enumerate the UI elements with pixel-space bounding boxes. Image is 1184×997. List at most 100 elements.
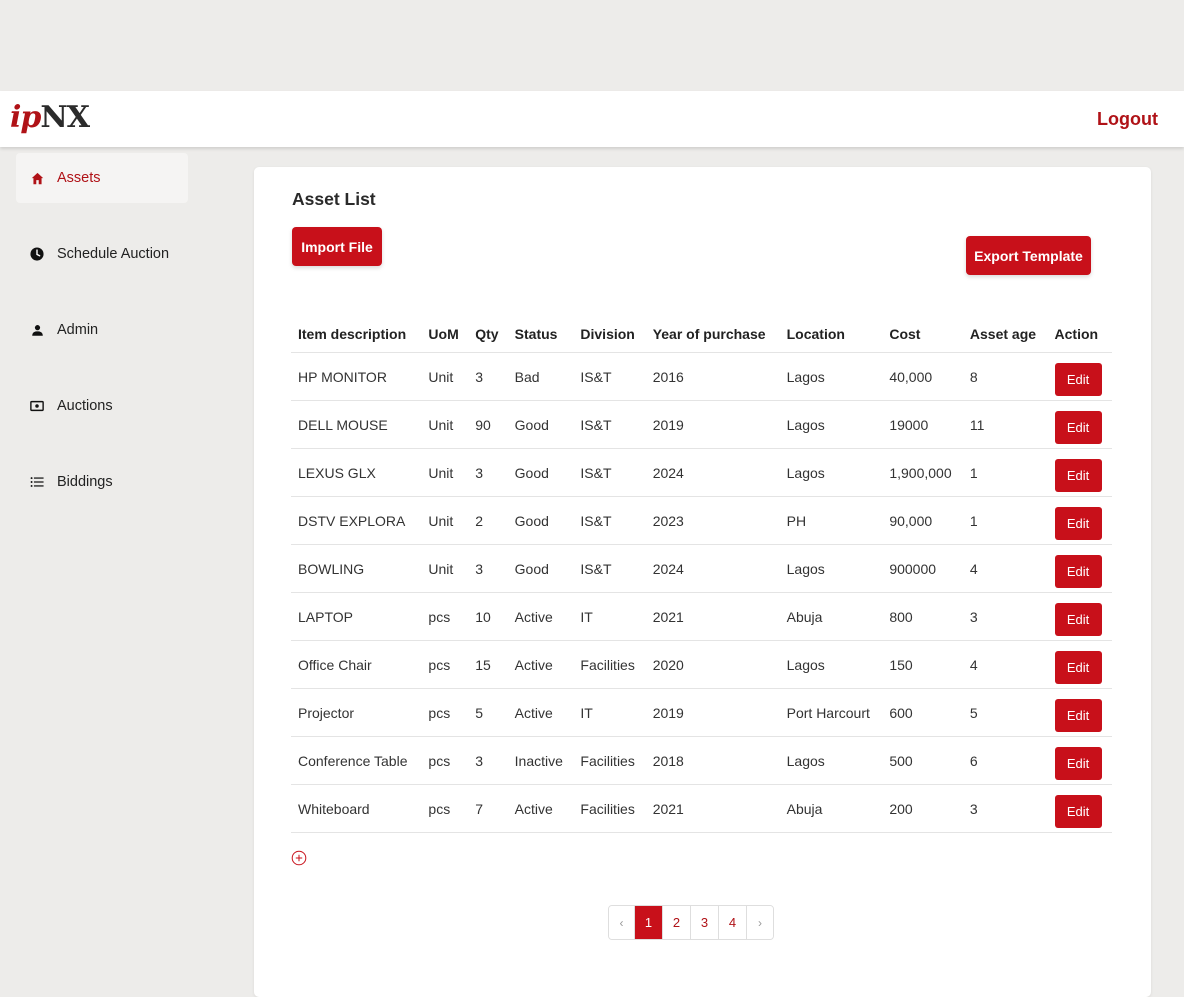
cell-location: PH (779, 496, 883, 545)
edit-button[interactable]: Edit (1054, 603, 1102, 636)
table-header-row: Item description UoM Qty Status Division Year… (291, 316, 1112, 353)
sidebar-item-biddings[interactable]: Biddings (16, 457, 188, 507)
cell-action: Edit (1047, 544, 1112, 593)
sidebar-item-schedule-auction[interactable]: Schedule Auction (16, 229, 188, 279)
column-header-item-description: Item description (291, 316, 422, 353)
pagination-prev[interactable]: ‹ (609, 906, 635, 939)
sidebar-item-label: Auctions (57, 398, 113, 414)
edit-button[interactable]: Edit (1054, 699, 1102, 732)
cell-qty: 3 (468, 544, 508, 593)
cell-location: Lagos (779, 352, 883, 401)
cell-action: Edit (1047, 640, 1112, 689)
column-header-division: Division (573, 316, 646, 353)
sidebar-item-label: Assets (57, 170, 101, 186)
cell-division: IT (573, 688, 646, 737)
cell-item-description: DELL MOUSE (291, 400, 422, 449)
cell-year-of-purchase: 2024 (645, 544, 780, 593)
cell-action: Edit (1047, 592, 1112, 641)
asset-list-card: Asset List Import File Export Template I… (254, 167, 1151, 997)
cell-item-description: Projector (291, 688, 422, 737)
cell-location: Abuja (779, 784, 883, 833)
cell-asset-age: 8 (962, 352, 1048, 401)
export-template-button[interactable]: Export Template (966, 236, 1091, 275)
cell-year-of-purchase: 2024 (645, 448, 780, 497)
pagination: ‹ 1 2 3 4 › (608, 905, 774, 940)
column-header-status: Status (507, 316, 574, 353)
table-row: LEXUS GLX Unit 3 Good IS&T 2024 Lagos 1,900,000… (291, 448, 1112, 497)
cell-cost: 800 (882, 592, 963, 641)
cell-qty: 2 (468, 496, 508, 545)
asset-table: Item description UoM Qty Status Division Year… (291, 316, 1112, 833)
cell-location: Lagos (779, 544, 883, 593)
sidebar-item-label: Biddings (57, 474, 113, 490)
cell-action: Edit (1047, 736, 1112, 785)
cell-item-description: Whiteboard (291, 784, 422, 833)
cell-cost: 19000 (882, 400, 963, 449)
page-2[interactable]: 2 (663, 906, 691, 939)
cell-status: Inactive (507, 736, 574, 785)
cell-status: Good (507, 400, 574, 449)
logout-link[interactable]: Logout (1097, 109, 1158, 130)
cell-division: Facilities (573, 640, 646, 689)
cell-qty: 90 (468, 400, 508, 449)
top-navbar: ipNX Logout (0, 91, 1184, 147)
column-header-location: Location (779, 316, 883, 353)
cell-location: Port Harcourt (779, 688, 883, 737)
edit-button[interactable]: Edit (1054, 459, 1102, 492)
sidebar-item-admin[interactable]: Admin (16, 305, 188, 355)
cell-status: Bad (507, 352, 574, 401)
cell-item-description: HP MONITOR (291, 352, 422, 401)
column-header-action: Action (1047, 316, 1112, 353)
cell-division: IS&T (573, 448, 646, 497)
edit-button[interactable]: Edit (1054, 651, 1102, 684)
edit-button[interactable]: Edit (1054, 507, 1102, 540)
page-4[interactable]: 4 (719, 906, 747, 939)
edit-button[interactable]: Edit (1054, 555, 1102, 588)
table-row: Office Chair pcs 15 Active Facilities 2020 Lag… (291, 640, 1112, 689)
cell-asset-age: 3 (962, 784, 1048, 833)
cell-cost: 90,000 (882, 496, 963, 545)
table-row: Conference Table pcs 3 Inactive Facilities 20… (291, 736, 1112, 785)
column-header-cost: Cost (882, 316, 963, 353)
edit-button[interactable]: Edit (1054, 747, 1102, 780)
page-1[interactable]: 1 (635, 906, 663, 939)
cell-uom: pcs (421, 784, 469, 833)
sidebar-item-assets[interactable]: Assets (16, 153, 188, 203)
edit-button[interactable]: Edit (1054, 411, 1102, 444)
cell-year-of-purchase: 2018 (645, 736, 780, 785)
cell-cost: 900000 (882, 544, 963, 593)
sidebar-item-auctions[interactable]: Auctions (16, 381, 188, 431)
cell-year-of-purchase: 2019 (645, 400, 780, 449)
list-icon (30, 475, 44, 489)
cell-division: IS&T (573, 496, 646, 545)
ipnx-logo[interactable]: ipNX (10, 100, 90, 135)
cell-qty: 3 (468, 448, 508, 497)
edit-button[interactable]: Edit (1054, 363, 1102, 396)
cell-cost: 200 (882, 784, 963, 833)
ticket-icon (30, 399, 44, 413)
cell-location: Lagos (779, 448, 883, 497)
cell-year-of-purchase: 2019 (645, 688, 780, 737)
table-row: Projector pcs 5 Active IT 2019 Port Harcourt 60… (291, 688, 1112, 737)
cell-uom: Unit (421, 448, 469, 497)
add-row-icon[interactable] (291, 850, 307, 866)
cell-qty: 10 (468, 592, 508, 641)
user-icon (30, 323, 44, 337)
sidebar: Assets Schedule Auction Admin Auctions B… (16, 153, 188, 533)
cell-item-description: LAPTOP (291, 592, 422, 641)
page-3[interactable]: 3 (691, 906, 719, 939)
cell-action: Edit (1047, 688, 1112, 737)
cell-division: Facilities (573, 736, 646, 785)
edit-button[interactable]: Edit (1054, 795, 1102, 828)
cell-action: Edit (1047, 448, 1112, 497)
cell-cost: 600 (882, 688, 963, 737)
page-title: Asset List (292, 189, 376, 209)
cell-location: Lagos (779, 640, 883, 689)
cell-cost: 40,000 (882, 352, 963, 401)
cell-uom: Unit (421, 400, 469, 449)
cell-status: Active (507, 784, 574, 833)
cell-qty: 5 (468, 688, 508, 737)
import-file-button[interactable]: Import File (292, 227, 382, 266)
cell-asset-age: 4 (962, 544, 1048, 593)
pagination-next[interactable]: › (747, 906, 773, 939)
